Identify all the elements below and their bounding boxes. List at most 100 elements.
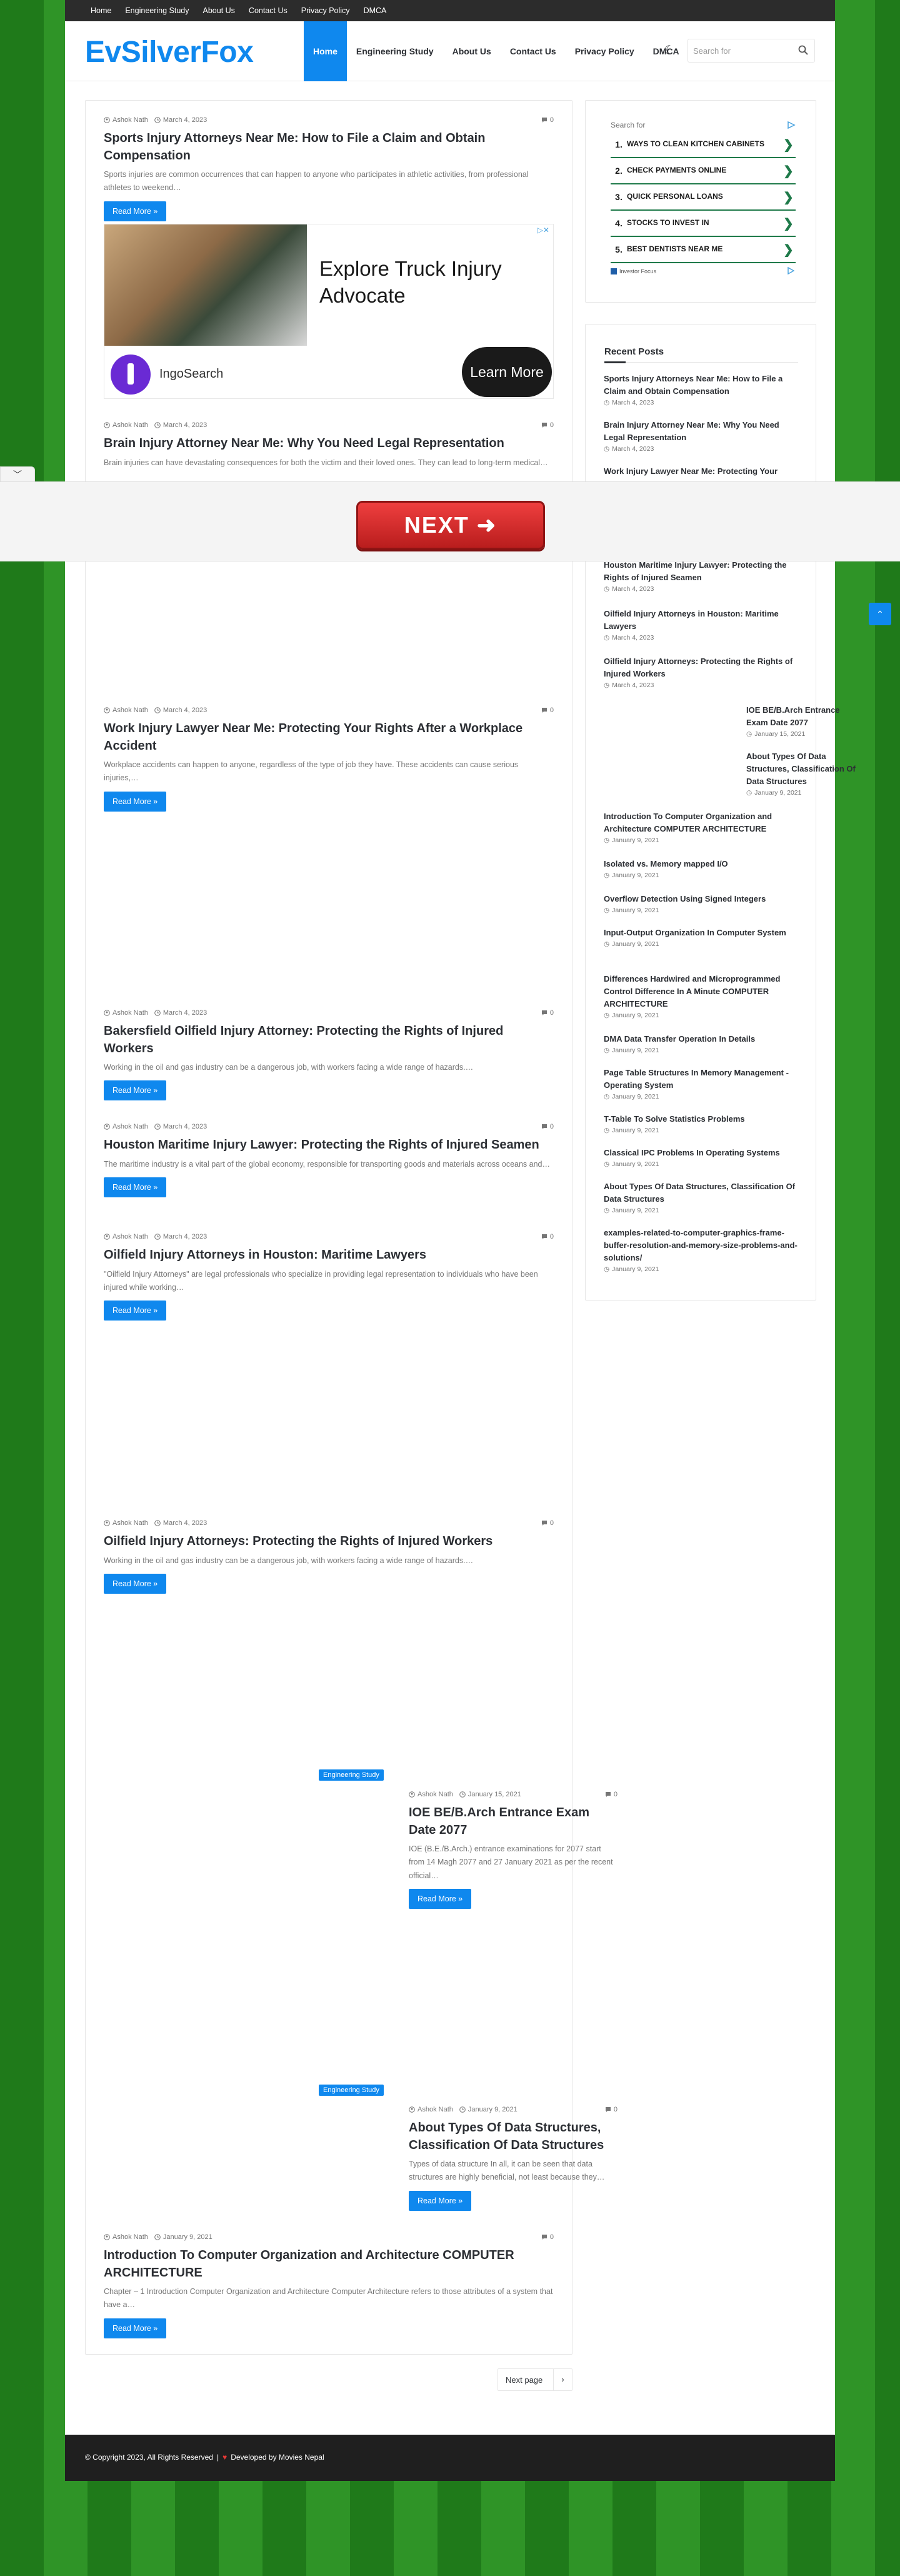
post-author[interactable]: Ashok Nath bbox=[112, 1009, 148, 1017]
main-nav-engineering-study[interactable]: Engineering Study bbox=[347, 21, 443, 81]
post-author[interactable]: Ashok Nath bbox=[112, 707, 148, 714]
read-more-button[interactable]: Read More » bbox=[104, 1301, 167, 1321]
post-author[interactable]: Ashok Nath bbox=[112, 116, 148, 124]
post-comments-count[interactable]: 0 bbox=[614, 2106, 618, 2113]
post-comments-count[interactable]: 0 bbox=[614, 1791, 618, 1798]
post-comments-count[interactable]: 0 bbox=[550, 116, 554, 124]
post-comments-count[interactable]: 0 bbox=[550, 2233, 554, 2241]
clock-icon: ◷ bbox=[604, 1047, 610, 1055]
recent-post-title[interactable]: IOE BE/B.Arch Entrance Exam Date 2077 bbox=[746, 704, 862, 729]
collapse-overlay-chevron-down-icon[interactable]: ﹀ bbox=[0, 466, 35, 483]
recent-post-title[interactable]: Sports Injury Attorneys Near Me: How to … bbox=[604, 373, 801, 398]
post-title[interactable]: Oilfield Injury Attorneys: Protecting th… bbox=[104, 1533, 554, 1551]
top-nav-privacy-policy[interactable]: Privacy Policy bbox=[294, 6, 357, 15]
recent-post-title[interactable]: About Types Of Data Structures, Classifi… bbox=[746, 750, 862, 788]
post-author[interactable]: Ashok Nath bbox=[112, 2233, 148, 2241]
recent-post-title[interactable]: examples-related-to-computer-graphics-fr… bbox=[604, 1227, 801, 1264]
recent-post-title[interactable]: Overflow Detection Using Signed Integers bbox=[604, 893, 801, 905]
top-nav-about-us[interactable]: About Us bbox=[196, 6, 242, 15]
recent-post-title[interactable]: T-Table To Solve Statistics Problems bbox=[604, 1113, 801, 1125]
dark-mode-moon-icon[interactable]: ☾ bbox=[664, 44, 678, 58]
next-page-label: Next page bbox=[506, 2375, 543, 2385]
recent-post-title[interactable]: Houston Maritime Injury Lawyer: Protecti… bbox=[604, 559, 801, 584]
post-title[interactable]: Work Injury Lawyer Near Me: Protecting Y… bbox=[104, 720, 554, 755]
post-title[interactable]: About Types Of Data Structures, Classifi… bbox=[409, 2120, 618, 2154]
post-author[interactable]: Ashok Nath bbox=[112, 1233, 148, 1240]
top-nav-engineering-study[interactable]: Engineering Study bbox=[118, 6, 196, 15]
search-icon[interactable] bbox=[798, 45, 808, 55]
post-title[interactable]: Bakersfield Oilfield Injury Attorney: Pr… bbox=[104, 1023, 554, 1057]
recent-post-title[interactable]: Classical IPC Problems In Operating Syst… bbox=[604, 1147, 801, 1159]
category-badge[interactable]: Engineering Study bbox=[319, 1769, 384, 1781]
site-logo[interactable]: EvSilverFox bbox=[85, 35, 254, 69]
post-author[interactable]: Ashok Nath bbox=[112, 1123, 148, 1130]
advertisement[interactable]: Explore Truck Injury Advocate ▷✕ IngoSea… bbox=[104, 224, 554, 399]
top-nav-dmca[interactable]: DMCA bbox=[357, 6, 394, 15]
read-more-button[interactable]: Read More » bbox=[104, 1177, 167, 1197]
read-more-button[interactable]: Read More » bbox=[104, 1080, 167, 1101]
read-more-button[interactable]: Read More » bbox=[104, 201, 167, 221]
sponsored-item[interactable]: 4. STOCKS TO INVEST IN ❯ bbox=[611, 211, 796, 237]
post-title[interactable]: Sports Injury Attorneys Near Me: How to … bbox=[104, 130, 554, 164]
recent-post-title[interactable]: Work Injury Lawyer Near Me: Protecting Y… bbox=[604, 465, 801, 478]
read-more-button[interactable]: Read More » bbox=[104, 791, 167, 812]
back-to-top-chevron-up-icon[interactable]: ⌃ bbox=[869, 603, 891, 625]
recent-post-title[interactable]: Page Table Structures In Memory Manageme… bbox=[604, 1067, 801, 1092]
main-nav-privacy-policy[interactable]: Privacy Policy bbox=[566, 21, 644, 81]
clock-icon: ◷ bbox=[746, 789, 752, 797]
chevron-right-icon: ❯ bbox=[783, 190, 794, 204]
developer-credit[interactable]: Developed by Movies Nepal bbox=[231, 2453, 324, 2462]
post-comments-count[interactable]: 0 bbox=[550, 1123, 554, 1130]
recent-post-title[interactable]: Brain Injury Attorney Near Me: Why You N… bbox=[604, 419, 801, 444]
post-title[interactable]: Houston Maritime Injury Lawyer: Protecti… bbox=[104, 1137, 554, 1154]
post-comments-count[interactable]: 0 bbox=[550, 1009, 554, 1017]
recent-post-title[interactable]: Introduction To Computer Organization an… bbox=[604, 810, 801, 835]
comment-icon bbox=[541, 1234, 547, 1239]
category-badge[interactable]: Engineering Study bbox=[319, 2085, 384, 2096]
post-comments-count[interactable]: 0 bbox=[550, 421, 554, 429]
main-nav-about-us[interactable]: About Us bbox=[443, 21, 501, 81]
next-page-button[interactable]: Next page › bbox=[498, 2368, 572, 2391]
post-author[interactable]: Ashok Nath bbox=[112, 421, 148, 429]
top-nav-contact-us[interactable]: Contact Us bbox=[242, 6, 294, 15]
post-title[interactable]: IOE BE/B.Arch Entrance Exam Date 2077 bbox=[409, 1804, 618, 1839]
top-nav-home[interactable]: Home bbox=[84, 6, 118, 15]
sponsored-item[interactable]: 2. CHECK PAYMENTS ONLINE ❯ bbox=[611, 158, 796, 184]
recent-post-date: January 9, 2021 bbox=[612, 1265, 659, 1274]
post-comments-count[interactable]: 0 bbox=[550, 1519, 554, 1527]
sponsored-item[interactable]: 3. QUICK PERSONAL LOANS ❯ bbox=[611, 184, 796, 211]
post-author[interactable]: Ashok Nath bbox=[112, 1519, 148, 1527]
main-nav-home[interactable]: Home bbox=[304, 21, 347, 81]
recent-post-title[interactable]: About Types Of Data Structures, Classifi… bbox=[604, 1180, 801, 1205]
post-title[interactable]: Brain Injury Attorney Near Me: Why You N… bbox=[104, 435, 554, 453]
main-nav: Home Engineering Study About Us Contact … bbox=[304, 21, 689, 81]
sponsored-item[interactable]: 1. WAYS TO CLEAN KITCHEN CABINETS ❯ bbox=[611, 132, 796, 158]
post-title[interactable]: Introduction To Computer Organization an… bbox=[104, 2247, 554, 2282]
read-more-button[interactable]: Read More » bbox=[104, 1573, 167, 1594]
post-excerpt: IOE (B.E./B.Arch.) entrance examinations… bbox=[409, 1844, 613, 1880]
post-date: March 4, 2023 bbox=[162, 116, 208, 124]
post-comments-count[interactable]: 0 bbox=[550, 707, 554, 714]
post-title[interactable]: Oilfield Injury Attorneys in Houston: Ma… bbox=[104, 1247, 554, 1264]
next-button[interactable]: NEXT ➜ bbox=[356, 501, 545, 550]
main-nav-contact-us[interactable]: Contact Us bbox=[501, 21, 566, 81]
read-more-button[interactable]: Read More » bbox=[409, 1888, 472, 1909]
recent-post-title[interactable]: Oilfield Injury Attorneys in Houston: Ma… bbox=[604, 608, 801, 633]
search-input[interactable] bbox=[693, 44, 793, 57]
recent-post-title[interactable]: Isolated vs. Memory mapped I/O bbox=[604, 858, 801, 870]
recent-post-title[interactable]: Oilfield Injury Attorneys: Protecting th… bbox=[604, 655, 801, 680]
ad-choices-icon[interactable] bbox=[787, 267, 794, 274]
post-author[interactable]: Ashok Nath bbox=[418, 2106, 453, 2113]
recent-post-title[interactable]: DMA Data Transfer Operation In Details bbox=[604, 1033, 801, 1045]
read-more-button[interactable]: Read More » bbox=[409, 2190, 472, 2211]
recent-post-title[interactable]: Input-Output Organization In Computer Sy… bbox=[604, 927, 801, 939]
recent-post-title[interactable]: Differences Hardwired and Microprogramme… bbox=[604, 973, 801, 1010]
recent-post-date: January 9, 2021 bbox=[612, 940, 659, 948]
ad-close-icon[interactable]: ▷✕ bbox=[538, 226, 549, 234]
post-comments-count[interactable]: 0 bbox=[550, 1233, 554, 1240]
sponsored-item[interactable]: 5. BEST DENTISTS NEAR ME ❯ bbox=[611, 237, 796, 263]
ad-learn-more-button[interactable]: Learn More bbox=[462, 347, 552, 397]
ad-choices-icon[interactable] bbox=[787, 121, 796, 129]
read-more-button[interactable]: Read More » bbox=[104, 2318, 167, 2338]
post-author[interactable]: Ashok Nath bbox=[418, 1791, 453, 1798]
